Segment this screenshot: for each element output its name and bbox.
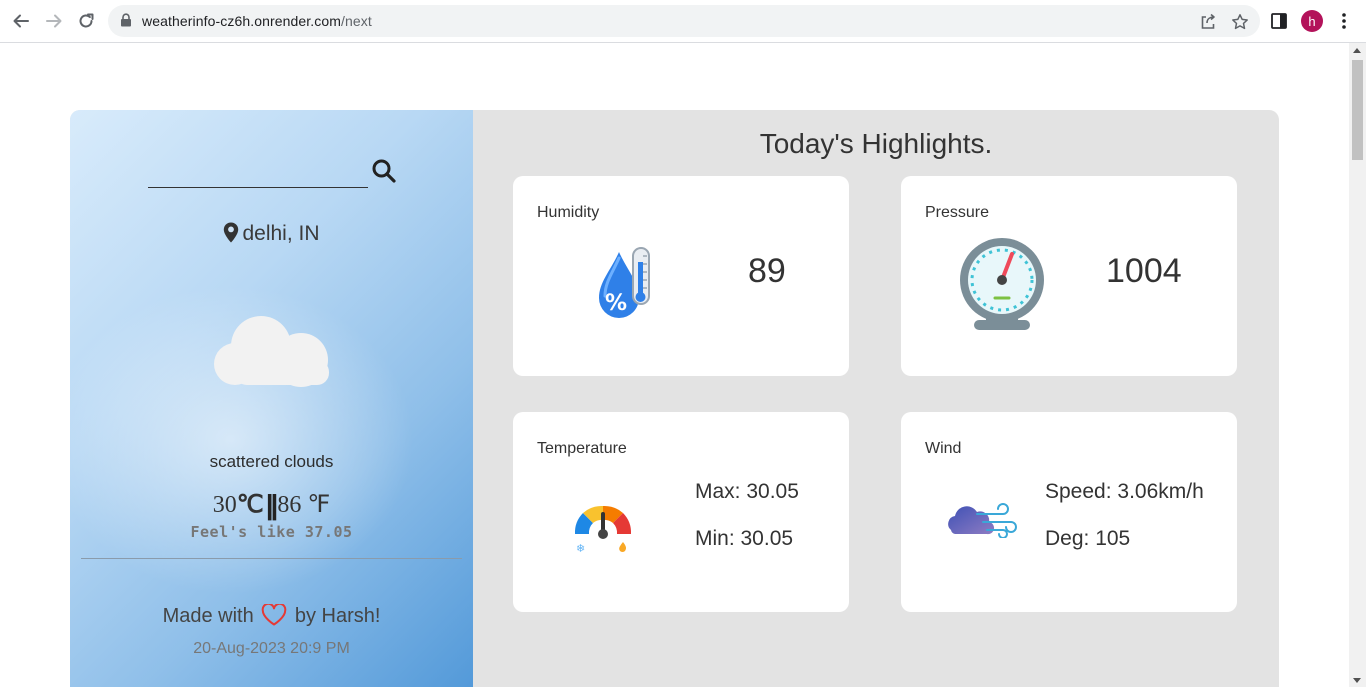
scroll-down-arrow-icon[interactable] (1353, 678, 1361, 683)
barometer-icon (960, 238, 1044, 330)
address-bar[interactable]: weatherinfo-cz6h.onrender.com/next (108, 5, 1260, 37)
lock-icon (121, 13, 131, 27)
pressure-card: Pressure 1004 (901, 176, 1237, 376)
fahrenheit-unit: ℉ (307, 492, 331, 518)
wind-label: Wind (925, 440, 962, 457)
weather-app: delhi, IN scattered clouds 30℃||86 ℉ Fee… (70, 110, 1279, 687)
highlights-panel: Today's Highlights. Humidity % 89 Pressu… (473, 110, 1279, 687)
page-viewport: delhi, IN scattered clouds 30℃||86 ℉ Fee… (0, 43, 1349, 687)
temp-min: Min: 30.05 (695, 527, 794, 550)
svg-text:%: % (605, 291, 627, 316)
browser-menu-button[interactable] (1336, 9, 1352, 37)
humidity-label: Humidity (537, 204, 600, 221)
reload-button[interactable] (74, 9, 98, 33)
scroll-thumb[interactable] (1352, 60, 1363, 160)
credit-suffix: by Harsh! (294, 605, 381, 627)
url-host: weatherinfo-cz6h.onrender.com (142, 13, 342, 29)
pressure-value: 1004 (1106, 252, 1182, 290)
pressure-label: Pressure (925, 204, 990, 221)
map-pin-icon (224, 222, 239, 243)
temperature-gauge-icon: ❄ (574, 505, 632, 555)
back-button[interactable] (9, 9, 33, 33)
url-path: /next (341, 13, 372, 29)
footer-credit: Made with by Harsh! (70, 604, 473, 628)
temp-max: Max: 30.05 (695, 480, 799, 503)
celsius-unit: ℃ (236, 492, 264, 518)
wind-card: Wind Speed: 3.06km/h Deg: 105 (901, 412, 1237, 612)
humidity-card: Humidity % 89 (513, 176, 849, 376)
highlights-title: Today's Highlights. (759, 128, 993, 159)
sidebar-divider (81, 558, 462, 559)
wind-icon (948, 503, 1017, 538)
heart-icon (262, 604, 287, 626)
scroll-up-arrow-icon[interactable] (1353, 48, 1361, 53)
humidity-icon: % (599, 247, 650, 318)
wind-speed: Speed: 3.06km/h (1045, 480, 1204, 503)
svg-text:❄: ❄ (576, 542, 585, 555)
temp-celsius: 30 (212, 492, 237, 518)
search-button[interactable] (370, 157, 398, 185)
share-icon[interactable] (1199, 13, 1217, 31)
feels-like: Feel's like 37.05 (190, 523, 353, 541)
credit-prefix: Made with (162, 605, 254, 627)
location: delhi, IN (70, 222, 473, 246)
back-arrow-icon (13, 14, 29, 28)
temperature-card: Temperature ❄ Max: 30.05 Min: 30.05 (513, 412, 849, 612)
location-name: delhi, IN (242, 222, 320, 245)
weather-description: scattered clouds (209, 452, 334, 471)
reload-icon (79, 13, 94, 28)
bookmark-star-icon[interactable] (1231, 13, 1249, 31)
weather-condition-image (211, 308, 333, 390)
temp-fahrenheit: 86 (277, 492, 302, 518)
wind-deg: Deg: 105 (1045, 527, 1131, 550)
kebab-menu-icon (1342, 13, 1346, 29)
temp-separator: || (265, 489, 279, 520)
side-panel-button[interactable] (1270, 9, 1288, 37)
cloud-icon (214, 316, 329, 387)
forward-button[interactable] (42, 9, 66, 33)
forward-arrow-icon (46, 14, 62, 28)
profile-avatar[interactable]: h (1301, 10, 1323, 32)
search-bar (148, 154, 398, 188)
page-scrollbar[interactable] (1349, 43, 1366, 687)
browser-toolbar: weatherinfo-cz6h.onrender.com/next h (0, 0, 1366, 43)
city-search-input[interactable] (148, 158, 368, 186)
date-time: 20-Aug-2023 20:9 PM (193, 640, 350, 657)
temperature-label: Temperature (537, 440, 627, 457)
url-text: weatherinfo-cz6h.onrender.com/next (142, 13, 372, 29)
search-icon (372, 159, 396, 183)
humidity-value: 89 (748, 252, 786, 290)
temperature-readout: 30℃||86 ℉ (70, 489, 473, 521)
side-panel-icon (1271, 13, 1287, 29)
search-underline (148, 187, 368, 188)
current-weather-panel: delhi, IN scattered clouds 30℃||86 ℉ Fee… (70, 110, 473, 687)
